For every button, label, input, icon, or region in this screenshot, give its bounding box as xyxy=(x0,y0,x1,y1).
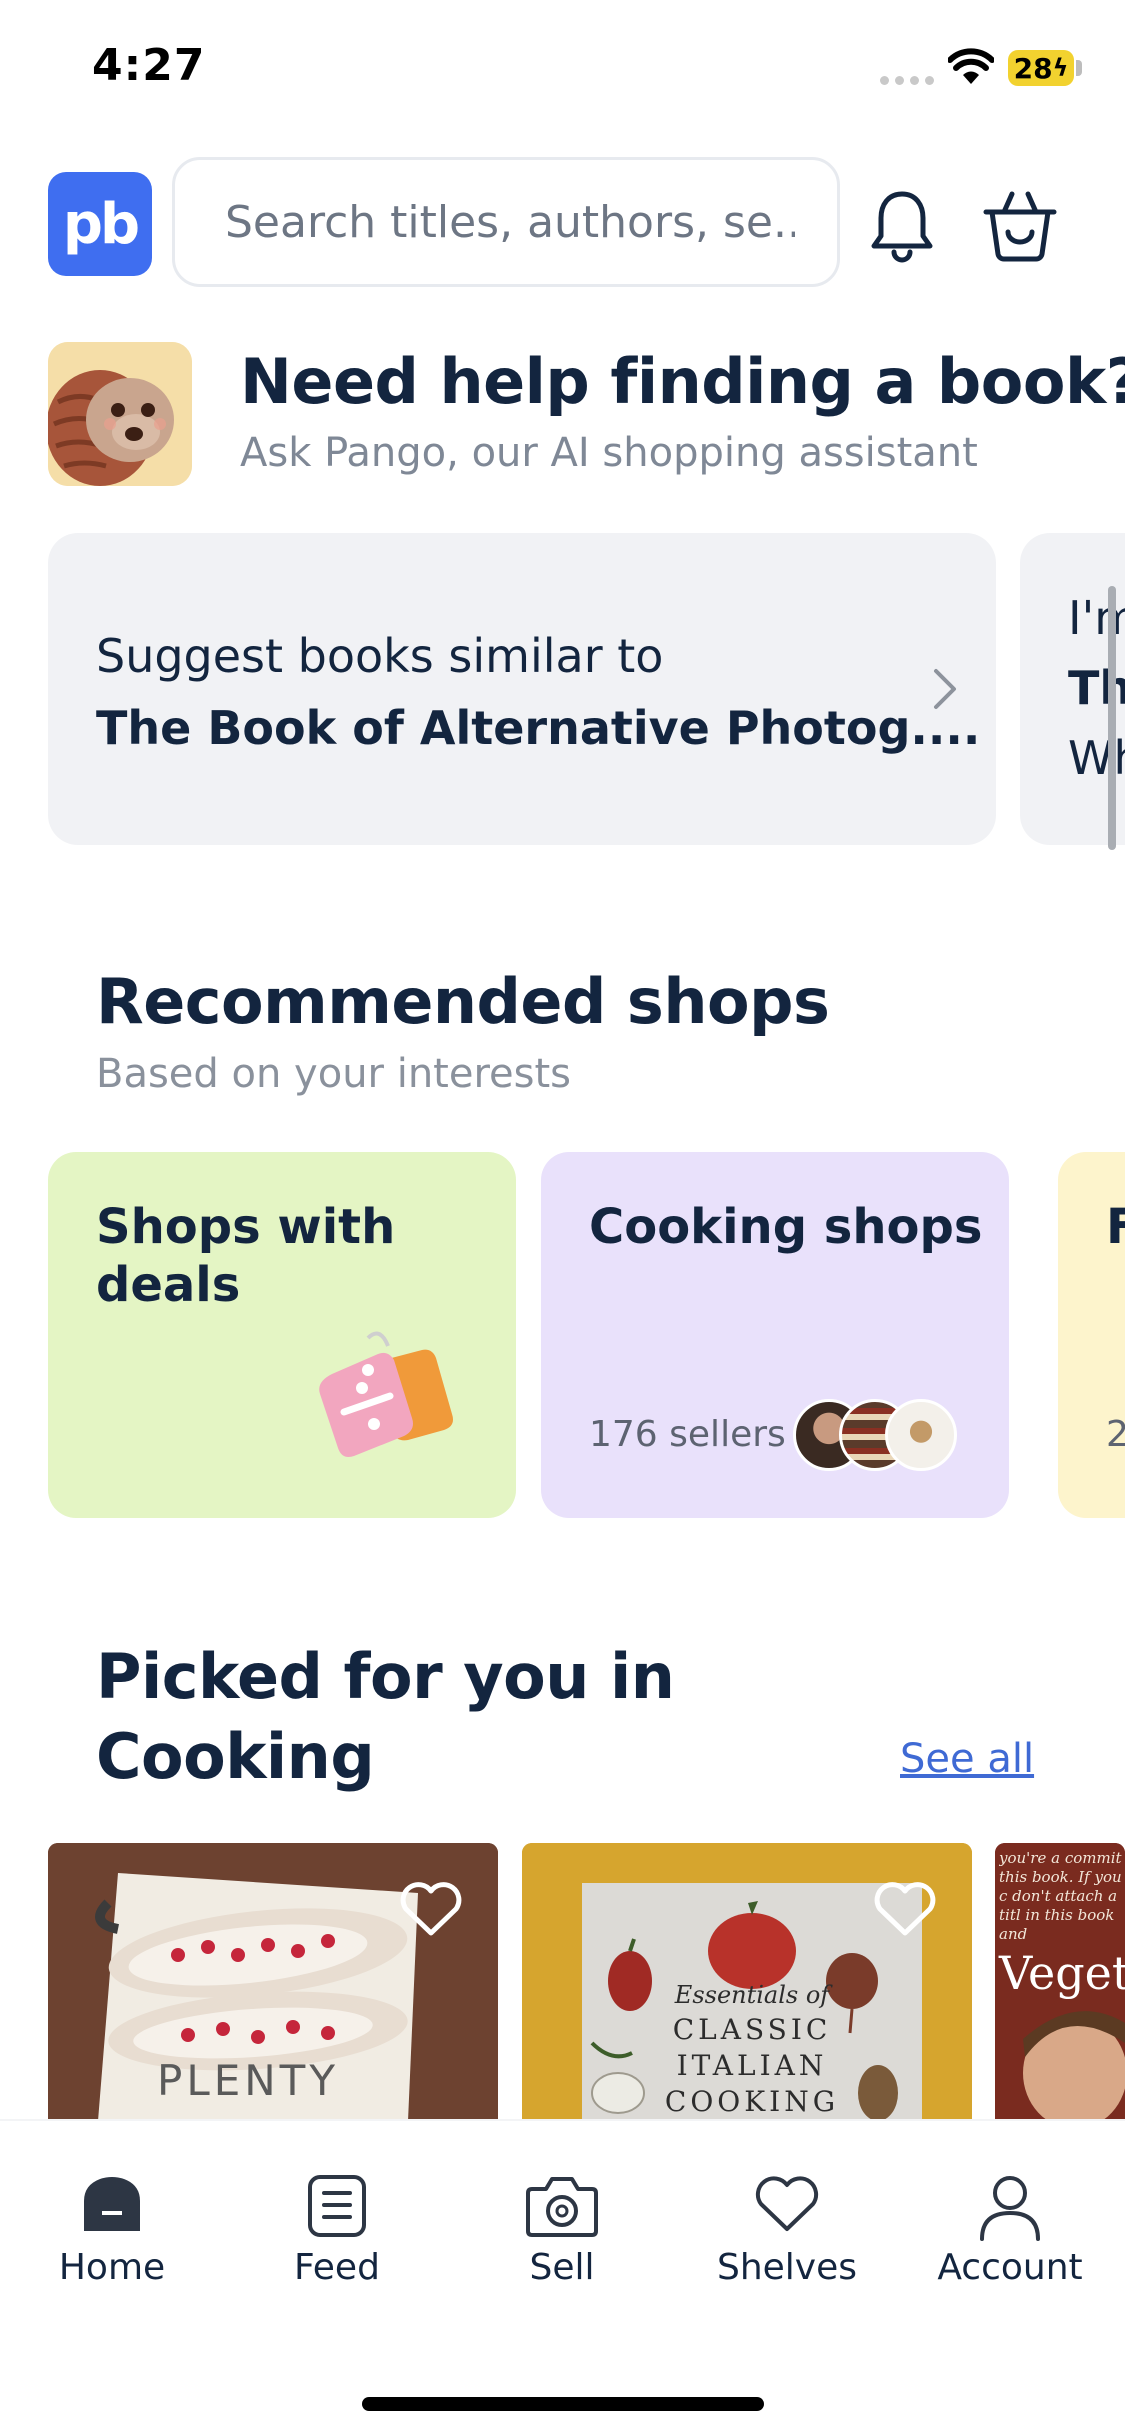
book-cover-image: you're a commit this book. If you c don'… xyxy=(995,1843,1125,2121)
home-indicator[interactable] xyxy=(362,2397,764,2411)
suggestion-2-line-3: Wh xyxy=(1068,731,1125,785)
book-card-italian[interactable]: Essentials of CLASSIC ITALIAN COOKING xyxy=(522,1843,972,2121)
book-cover-line-4: COOKING xyxy=(665,2085,839,2118)
tab-sell[interactable]: Sell xyxy=(472,2121,652,2288)
shop-card-deals[interactable]: Shops with deals xyxy=(48,1152,516,1518)
chevron-right-icon xyxy=(934,669,956,709)
suggestion-line-1: Suggest books similar to xyxy=(96,629,664,683)
basket-icon[interactable] xyxy=(982,188,1058,264)
tab-feed[interactable]: Feed xyxy=(247,2121,427,2288)
camera-icon xyxy=(526,2177,598,2237)
tab-account[interactable]: Account xyxy=(920,2121,1100,2288)
wifi-icon xyxy=(948,48,994,84)
suggestion-card[interactable]: Suggest books similar to The Book of Alt… xyxy=(48,533,996,845)
feed-icon xyxy=(308,2175,366,2237)
search-bar[interactable] xyxy=(172,157,840,287)
shop-card-partial[interactable]: F 2 xyxy=(1058,1152,1125,1518)
shop-card-cooking[interactable]: Cooking shops 176 sellers xyxy=(541,1152,1009,1518)
shop-seller-count: 2 xyxy=(1106,1414,1125,1455)
favorite-heart-icon[interactable] xyxy=(398,1879,464,1939)
pango-avatar[interactable] xyxy=(48,342,192,486)
search-input[interactable] xyxy=(223,195,797,249)
book-cover-line-3: ITALIAN xyxy=(677,2049,828,2082)
seller-avatar xyxy=(885,1399,957,1471)
price-tags-icon xyxy=(319,1331,453,1457)
horizontal-scrollbar[interactable] xyxy=(1108,586,1116,850)
pango-mascot-icon xyxy=(48,342,192,486)
tab-label: Home xyxy=(58,2247,166,2288)
account-icon xyxy=(980,2176,1040,2241)
favorite-heart-icon[interactable] xyxy=(872,1879,938,1939)
recommended-shops-title: Recommended shops xyxy=(96,965,830,1038)
home-icon xyxy=(84,2177,140,2231)
battery-indicator: 28 ϟ xyxy=(1008,50,1074,86)
book-cover-title: Veget xyxy=(998,1946,1125,2000)
shop-card-name: Cooking shops xyxy=(589,1199,983,1255)
suggestion-2-line-1: I'm xyxy=(1068,591,1125,645)
tab-home[interactable]: Home xyxy=(22,2121,202,2288)
bottom-tab-bar: Home Feed Sell Shelves Account xyxy=(0,2121,1125,2436)
recommended-shops-subtitle: Based on your interests xyxy=(96,1051,571,1097)
book-blurb: you're a commit this book. If you c don'… xyxy=(999,1849,1122,1939)
tab-label: Sell xyxy=(529,2247,595,2288)
cellular-signal-icon xyxy=(880,76,936,86)
suggestion-line-2: The Book of Alternative Photog.... xyxy=(96,701,981,755)
notifications-bell-icon[interactable] xyxy=(868,188,936,264)
shop-seller-count: 176 sellers xyxy=(589,1414,786,1455)
battery-tip xyxy=(1076,60,1082,76)
seller-avatars xyxy=(793,1399,973,1471)
charging-bolt-icon: ϟ xyxy=(1052,54,1069,82)
book-card-vegetable[interactable]: you're a commit this book. If you c don'… xyxy=(995,1843,1125,2121)
pango-subtitle: Ask Pango, our AI shopping assistant xyxy=(240,430,978,476)
book-cover-title: PLENTY xyxy=(157,2056,339,2105)
see-all-link[interactable]: See all xyxy=(900,1736,1034,1782)
tab-label: Feed xyxy=(294,2247,380,2288)
pango-title[interactable]: Need help finding a book? xyxy=(240,345,1125,418)
status-time: 4:27 xyxy=(92,40,206,91)
heart-icon xyxy=(755,2176,819,2231)
picked-title-line-1: Picked for you in xyxy=(96,1640,675,1713)
tab-label: Shelves xyxy=(716,2247,858,2288)
book-cover-line-2: CLASSIC xyxy=(673,2013,832,2046)
app-logo[interactable]: pb xyxy=(48,172,152,276)
book-cover-line-1: Essentials of xyxy=(674,1981,834,2009)
picked-title-line-2: Cooking xyxy=(96,1720,375,1793)
tab-shelves[interactable]: Shelves xyxy=(697,2121,877,2288)
tab-label: Account xyxy=(937,2247,1083,2288)
battery-level: 28 xyxy=(1013,51,1053,85)
suggestion-2-line-2: The xyxy=(1068,661,1125,715)
shop-card-name: F xyxy=(1106,1199,1125,1255)
shop-card-name: Shops with deals xyxy=(96,1199,396,1313)
book-card-plenty[interactable]: PLENTY xyxy=(48,1843,498,2121)
